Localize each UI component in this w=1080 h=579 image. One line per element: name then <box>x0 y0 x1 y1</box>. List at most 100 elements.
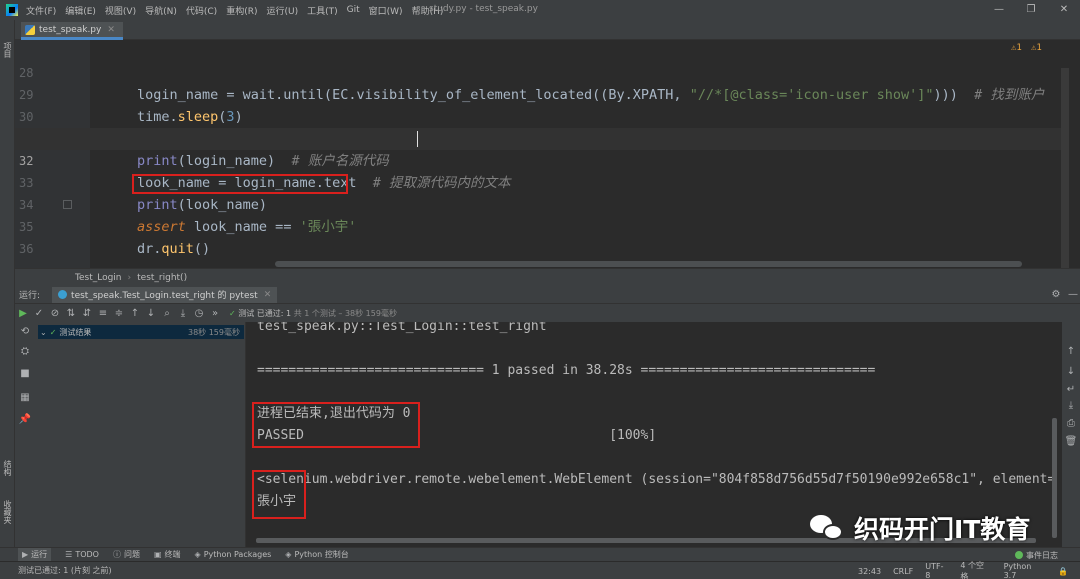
menu-window[interactable]: 窗口(W) <box>369 4 403 17</box>
left-tool-strip: 项目 结构 收藏夹 <box>0 20 15 547</box>
breadcrumb-class[interactable]: Test_Login <box>75 273 122 283</box>
structure-tool-label[interactable]: 结构 <box>2 460 13 476</box>
tool-terminal-label: 终端 <box>164 550 181 559</box>
assert-highlight-box <box>132 174 348 194</box>
cursor-position[interactable]: 32:43 <box>858 567 881 576</box>
code-line-29[interactable]: 29 time.sleep(3) <box>15 62 1069 125</box>
expand-all-icon[interactable]: ≡ <box>95 308 111 319</box>
layout-icon[interactable]: ▦ <box>17 392 33 403</box>
settings-gear-icon[interactable]: ⚙ <box>1048 289 1064 300</box>
menu-run[interactable]: 运行(U) <box>266 4 298 17</box>
menu-edit[interactable]: 编辑(E) <box>65 4 96 17</box>
tool-run[interactable]: ▶ 运行 <box>18 547 52 562</box>
event-log-label: 事件日志 <box>1026 550 1058 560</box>
code-line-32[interactable]: 32 look_name = login_name.text # 提取源代码内的… <box>15 128 1069 191</box>
python-console-icon: ◈ <box>285 550 292 559</box>
editor-tab[interactable]: test_speak.py ✕ <box>21 22 123 40</box>
soft-wrap-icon[interactable]: ↵ <box>1063 384 1079 395</box>
hide-panel-icon[interactable]: — <box>1065 289 1080 300</box>
chevron-down-icon[interactable]: ⌄ <box>40 328 47 337</box>
code-line-35[interactable]: 35 dr.quit() <box>15 194 1069 257</box>
menu-navigate[interactable]: 导航(N) <box>145 4 177 17</box>
tool-todo-label: TODO <box>75 550 99 559</box>
sort-duration-icon[interactable]: ⇵ <box>79 308 95 319</box>
more-icon[interactable]: » <box>207 308 223 319</box>
project-tool-label[interactable]: 项目 <box>2 42 13 58</box>
alert-count-badge[interactable]: ⚠1 <box>1031 43 1042 53</box>
warning-count-badge[interactable]: ⚠1 <box>1011 43 1022 53</box>
fold-marker-icon[interactable] <box>63 200 72 209</box>
clear-console-icon[interactable]: 🗑 <box>1063 436 1079 447</box>
sort-alpha-icon[interactable]: ⇅ <box>63 308 79 319</box>
console-vertical-scrollbar[interactable] <box>1052 418 1057 538</box>
run-config-tab[interactable]: test_speak.Test_Login.test_right 的 pytes… <box>52 286 278 303</box>
console-line: test_speak.py::Test_Login::test_right <box>257 322 547 334</box>
code-line-36[interactable]: 36 <box>15 216 1069 256</box>
breadcrumb-method[interactable]: test_right() <box>137 273 187 283</box>
scroll-down-icon[interactable]: ↓ <box>1063 366 1079 377</box>
line-ending[interactable]: CRLF <box>893 567 913 576</box>
test-status-prefix: 测试 已通过: <box>238 308 284 318</box>
tab-close-icon[interactable]: ✕ <box>107 25 115 35</box>
stop-icon[interactable]: ■ <box>17 368 33 379</box>
close-icon[interactable]: ✕ <box>1057 3 1071 17</box>
toggle-auto-test-icon[interactable]: ⟲ <box>17 326 33 337</box>
restore-icon[interactable]: ❐ <box>1024 3 1038 17</box>
history-icon[interactable]: ◷ <box>191 308 207 319</box>
show-ignored-icon[interactable]: ⊘ <box>47 308 63 319</box>
code-editor[interactable]: 28 login_name = wait.until(EC.visibility… <box>15 40 1069 268</box>
lock-icon[interactable]: 🔒 <box>1058 567 1068 576</box>
indent-setting[interactable]: 4 个空格 <box>960 560 991 579</box>
tool-run-label: 运行 <box>31 550 48 559</box>
python-interpreter[interactable]: Python 3.7 <box>1004 562 1046 579</box>
scroll-to-end-icon[interactable]: ⤓ <box>1063 400 1079 411</box>
debug-icon[interactable]: ⛭ <box>17 346 33 357</box>
editor-horizontal-scrollbar[interactable] <box>275 261 1022 267</box>
tool-todo[interactable]: ☰ TODO <box>65 550 99 559</box>
next-failed-icon[interactable]: ↓ <box>143 308 159 319</box>
scroll-up-icon[interactable]: ↑ <box>1063 346 1079 357</box>
export-icon[interactable]: ⤓ <box>175 308 191 319</box>
problems-icon: ⓘ <box>112 550 121 559</box>
search-icon[interactable]: ⌕ <box>159 308 175 319</box>
run-tab-close-icon[interactable]: ✕ <box>264 290 272 300</box>
menu-tools[interactable]: 工具(T) <box>307 4 338 17</box>
event-log-icon <box>1015 551 1023 559</box>
status-message[interactable]: 测试已通过: 1 (片刻 之前) <box>18 565 112 576</box>
run-config-tab-label: test_speak.Test_Login.test_right 的 pytes… <box>71 291 258 301</box>
window-title: study.py - test_speak.py <box>429 4 538 14</box>
rerun-icon[interactable]: ▶ <box>15 308 31 319</box>
tool-problems[interactable]: ⓘ 问题 <box>113 549 140 560</box>
bookmarks-tool-label[interactable]: 收藏夹 <box>2 500 13 524</box>
test-results-duration: 38秒 159毫秒 <box>188 327 240 337</box>
menu-code[interactable]: 代码(C) <box>186 4 217 17</box>
show-passed-icon[interactable]: ✓ <box>31 308 47 319</box>
pin-icon[interactable]: 📌 <box>17 414 33 425</box>
test-passed-icon: ✓ <box>49 327 57 337</box>
test-results-root[interactable]: ⌄ ✓ 测试结果 38秒 159毫秒 <box>38 325 244 339</box>
menu-git[interactable]: Git <box>347 5 360 15</box>
print-icon[interactable]: ⎙ <box>1063 418 1079 429</box>
tool-window-bar: ▶ 运行 ☰ TODO ⓘ 问题 ▣ 终端 ◈ Python Packages … <box>0 547 1080 562</box>
breadcrumb: Test_Login › test_right() <box>15 268 1080 286</box>
line-number: 36 <box>19 242 34 256</box>
title-bar: 文件(F) 编辑(E) 视图(V) 导航(N) 代码(C) 重构(R) 运行(U… <box>0 0 1080 20</box>
code-line-33[interactable]: 33 print(look_name) <box>15 150 1069 213</box>
menu-view[interactable]: 视图(V) <box>105 4 136 17</box>
collapse-all-icon[interactable]: ≑ <box>111 308 127 319</box>
menu-file[interactable]: 文件(F) <box>26 4 56 17</box>
event-log[interactable]: 事件日志 <box>1015 548 1058 562</box>
code-line-28[interactable]: 28 login_name = wait.until(EC.visibility… <box>15 40 1069 103</box>
watermark-text: 织码开门IT教育 <box>854 515 1031 544</box>
tool-python-packages[interactable]: ◈ Python Packages <box>195 550 272 559</box>
prev-failed-icon[interactable]: ↑ <box>127 308 143 319</box>
tool-python-console[interactable]: ◈ Python 控制台 <box>285 549 348 560</box>
tool-terminal[interactable]: ▣ 终端 <box>154 549 181 560</box>
minimize-icon[interactable]: — <box>992 3 1006 17</box>
menu-refactor[interactable]: 重构(R) <box>226 4 257 17</box>
code-line-31[interactable]: 31 print(login_name) # 账户名源代码 <box>15 106 1069 169</box>
editor-vertical-scrollbar[interactable] <box>1061 68 1069 268</box>
file-encoding[interactable]: UTF-8 <box>925 562 948 579</box>
code-line-30[interactable]: 30 print('\n') <box>15 84 1069 147</box>
text-caret <box>417 131 418 147</box>
